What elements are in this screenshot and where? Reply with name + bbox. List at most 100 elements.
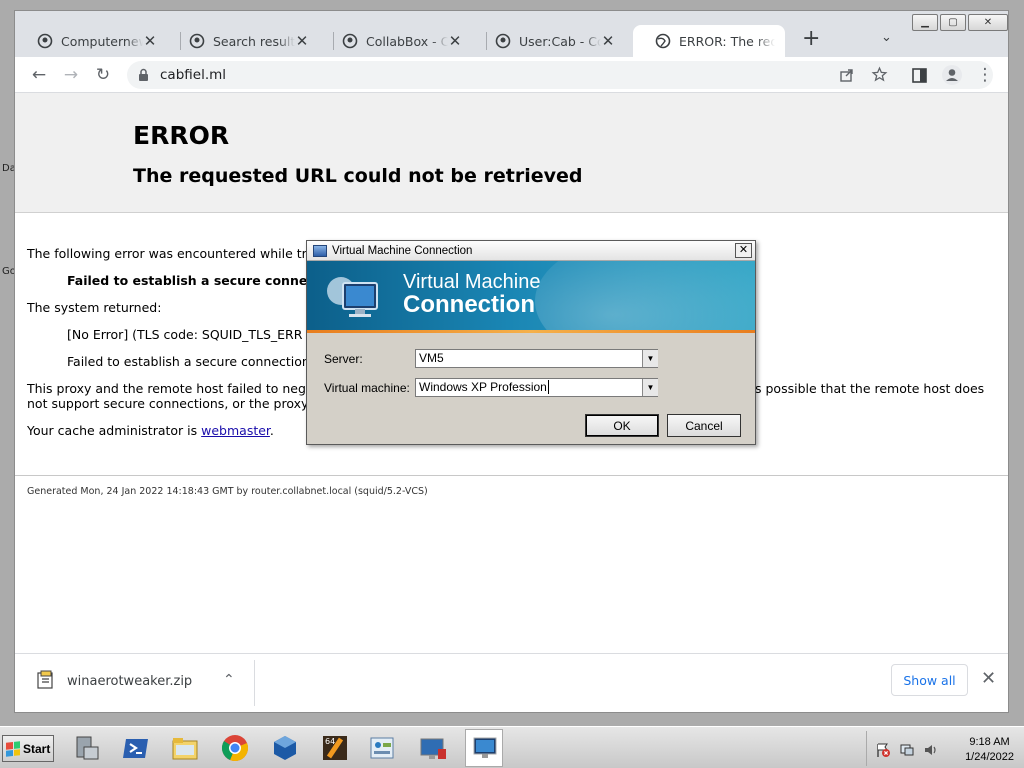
dialog-banner: Virtual Machine Connection — [307, 261, 755, 333]
admin-line: Your cache administrator is webmaster. — [27, 423, 274, 438]
download-filename[interactable]: winaerotweaker.zip — [67, 674, 192, 689]
chevron-up-icon[interactable]: ⌃ — [223, 672, 235, 688]
close-icon[interactable]: ✕ — [295, 32, 309, 50]
generated-footer: Generated Mon, 24 Jan 2022 14:18:43 GMT … — [27, 486, 428, 497]
system-tray: 9:18 AM 1/24/2022 — [866, 731, 1022, 766]
start-label: Start — [23, 741, 51, 756]
tab-collabbox[interactable]: CollabBox - Com ✕ — [320, 25, 472, 57]
error-line-1: The following error was encountered whil… — [27, 246, 315, 261]
menu-kebab-icon[interactable]: ⋮ — [975, 65, 995, 85]
tab-search-results[interactable]: Search results fo ✕ — [167, 25, 319, 57]
error-header: ERROR The requested URL could not be ret… — [15, 93, 1008, 213]
dialog-titlebar[interactable]: Virtual Machine Connection ✕ — [307, 241, 755, 261]
error-line-5: Failed to establish a secure connection: — [67, 354, 315, 369]
tab-title: ERROR: The requ — [679, 33, 775, 49]
ok-button[interactable]: OK — [585, 414, 659, 437]
error-title: ERROR — [133, 121, 230, 150]
banner-line-2: Connection — [403, 291, 535, 318]
download-divider — [254, 660, 255, 706]
control-panel-icon[interactable] — [363, 729, 401, 767]
remote-desktop-icon[interactable] — [414, 729, 452, 767]
error-line-2: Failed to establish a secure connect — [67, 273, 321, 288]
clock[interactable]: 9:18 AM 1/24/2022 — [965, 735, 1014, 765]
address-bar[interactable]: cabfiel.ml — [127, 61, 993, 89]
close-icon[interactable]: ✕ — [981, 668, 996, 689]
minimize-button[interactable]: ▁ — [912, 14, 938, 31]
volume-icon[interactable] — [923, 742, 939, 758]
vm-value: Windows XP Profession — [419, 380, 547, 394]
close-icon[interactable]: ✕ — [601, 32, 615, 50]
tab-error[interactable]: ERROR: The requ — [633, 25, 785, 57]
dialog-close-button[interactable]: ✕ — [735, 243, 752, 258]
taskbar: Start 64 9:18 AM 1/24/2022 — [0, 726, 1024, 768]
reload-icon[interactable]: ↻ — [93, 65, 113, 85]
window-controls: ▁ ▢ ✕ — [912, 14, 1008, 31]
new-tab-button[interactable]: + — [802, 28, 820, 50]
error-line-7: not support secure connections, or the p… — [27, 396, 316, 411]
error-line-3: The system returned: — [27, 300, 162, 315]
tab-user-cab[interactable]: User:Cab - Comp ✕ — [473, 25, 625, 57]
profile-avatar-icon[interactable] — [941, 64, 963, 86]
site-favicon-icon — [37, 33, 53, 49]
app-64-icon[interactable]: 64 — [316, 729, 354, 767]
show-all-button[interactable]: Show all — [891, 664, 968, 696]
download-bar: winaerotweaker.zip ⌃ Show all ✕ — [15, 653, 1008, 712]
tab-title: Search results fo — [213, 33, 295, 49]
server-combobox[interactable]: VM5 ▼ — [415, 349, 658, 368]
vm-combobox[interactable]: Windows XP Profession ▼ — [415, 378, 658, 397]
cancel-button[interactable]: Cancel — [667, 414, 741, 437]
browser-toolbar: ← → ↻ cabfiel.ml ⋮ — [15, 57, 1008, 93]
dialog-title: Virtual Machine Connection — [332, 244, 473, 257]
action-center-flag-icon[interactable] — [875, 742, 891, 758]
network-icon[interactable] — [899, 742, 915, 758]
svg-text:64: 64 — [325, 737, 335, 746]
server-value: VM5 — [419, 351, 444, 365]
footer-divider — [15, 475, 1008, 476]
windows-flag-icon — [6, 740, 20, 757]
share-icon[interactable] — [839, 67, 855, 83]
lock-icon — [139, 68, 148, 81]
site-favicon-icon — [495, 33, 511, 49]
close-icon[interactable]: ✕ — [143, 32, 157, 50]
tab-title: CollabBox - Com — [366, 33, 448, 49]
vm-connection-taskbar-icon[interactable] — [465, 729, 503, 767]
bookmark-star-icon[interactable] — [871, 66, 888, 83]
forward-arrow-icon[interactable]: → — [61, 65, 81, 85]
clock-date: 1/24/2022 — [965, 751, 1014, 763]
webmaster-link[interactable]: webmaster — [201, 423, 270, 438]
admin-text: Your cache administrator is — [27, 423, 198, 438]
admin-end: . — [269, 423, 274, 438]
start-button[interactable]: Start — [2, 735, 54, 762]
url-text: cabfiel.ml — [160, 67, 227, 83]
zip-file-icon — [37, 670, 53, 689]
back-arrow-icon[interactable]: ← — [29, 65, 49, 85]
dropdown-arrow-icon[interactable]: ▼ — [642, 379, 658, 396]
chrome-icon[interactable] — [216, 729, 254, 767]
close-icon[interactable]: ✕ — [448, 32, 462, 50]
powershell-icon[interactable] — [117, 729, 155, 767]
side-panel-icon[interactable] — [912, 68, 927, 83]
tab-title: Computernewb's — [61, 33, 143, 49]
vm-connection-dialog: Virtual Machine Connection ✕ Virtual Mac… — [306, 240, 756, 445]
clock-time: 9:18 AM — [969, 736, 1010, 748]
globe-icon — [655, 33, 671, 49]
monitor-icon — [327, 277, 378, 317]
tab-title: User:Cab - Comp — [519, 33, 601, 49]
server-manager-icon[interactable] — [68, 729, 106, 767]
error-line-4: [No Error] (TLS code: SQUID_TLS_ERR — [67, 327, 303, 342]
error-line-6b: s possible that the remote host does — [755, 381, 985, 396]
dropdown-arrow-icon[interactable]: ▼ — [642, 350, 658, 367]
tab-search-chevron-icon[interactable]: ⌄ — [881, 30, 892, 45]
site-favicon-icon — [189, 33, 205, 49]
maximize-button[interactable]: ▢ — [940, 14, 966, 31]
file-explorer-icon[interactable] — [166, 729, 204, 767]
site-favicon-icon — [342, 33, 358, 49]
virtualbox-icon[interactable] — [266, 729, 304, 767]
server-label: Server: — [324, 352, 363, 366]
close-window-button[interactable]: ✕ — [968, 14, 1008, 31]
tab-computernewb[interactable]: Computernewb's ✕ — [15, 25, 167, 57]
vm-label: Virtual machine: — [324, 381, 410, 395]
error-subtitle: The requested URL could not be retrieved — [133, 165, 583, 187]
error-line-6a: This proxy and the remote host failed to… — [27, 381, 314, 396]
tab-strip: Computernewb's ✕ Search results fo ✕ Col… — [15, 11, 1008, 57]
